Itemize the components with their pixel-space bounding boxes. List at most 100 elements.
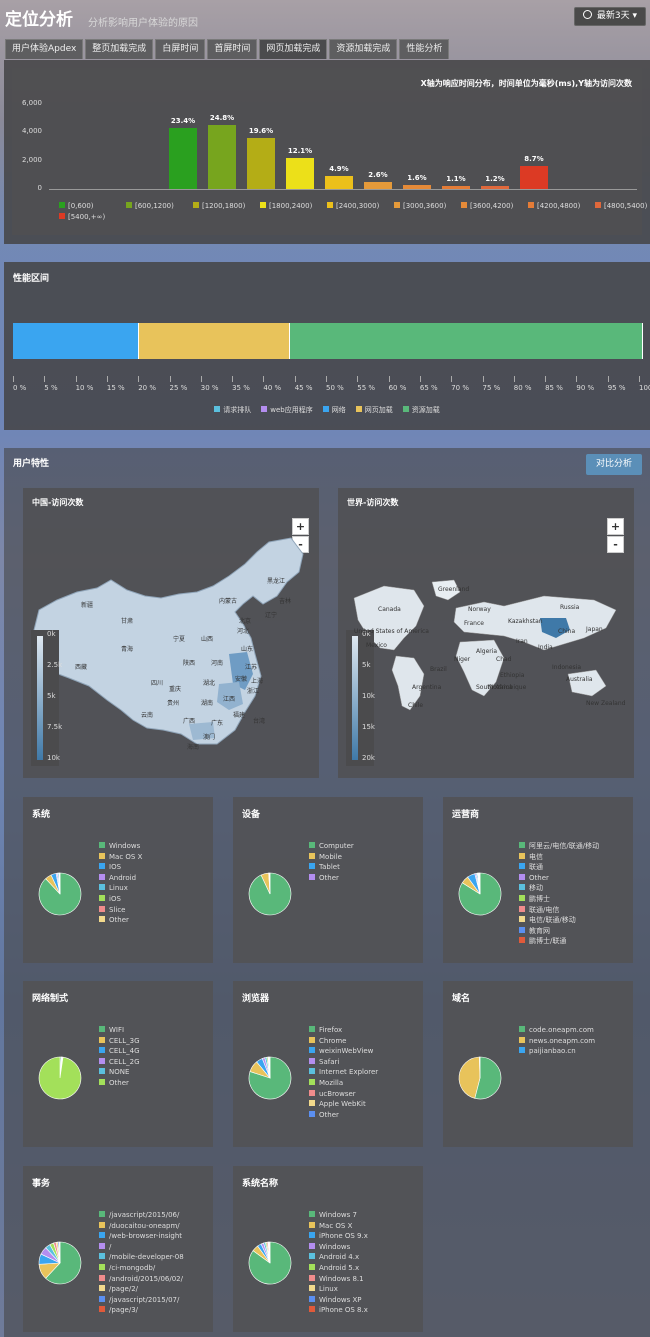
bar[interactable]: [364, 182, 392, 189]
bar[interactable]: [520, 166, 548, 189]
legend-item[interactable]: CELL_4G: [99, 1046, 140, 1057]
pie-chart[interactable]: [457, 871, 503, 917]
legend-item[interactable]: Slice: [99, 905, 142, 916]
tab-page-load-complete[interactable]: 网页加载完成: [259, 39, 328, 59]
legend-item[interactable]: /ci-mongodb/: [99, 1263, 184, 1274]
bar[interactable]: [481, 185, 509, 189]
legend-item[interactable]: /mobile-developer-08: [99, 1252, 184, 1263]
pie-chart[interactable]: [247, 871, 293, 917]
legend-item[interactable]: 阿里云/电信/联通/移动: [519, 841, 599, 852]
legend-item[interactable]: WIFI: [99, 1025, 140, 1036]
legend-item[interactable]: [3000,3600): [394, 202, 446, 210]
china-zoom-in-button[interactable]: +: [292, 518, 309, 535]
legend-item[interactable]: /android/2015/06/02/: [99, 1274, 184, 1285]
legend-item[interactable]: Internet Explorer: [309, 1067, 378, 1078]
legend-item[interactable]: weixinWebView: [309, 1046, 378, 1057]
legend-item[interactable]: CELL_3G: [99, 1036, 140, 1047]
bar[interactable]: [286, 157, 314, 189]
legend-item[interactable]: /javascript/2015/06/: [99, 1210, 184, 1221]
bar[interactable]: [247, 138, 275, 189]
legend-item[interactable]: /web-browser-insight: [99, 1231, 184, 1242]
legend-item[interactable]: Firefox: [309, 1025, 378, 1036]
china-map[interactable]: [29, 534, 311, 764]
legend-item[interactable]: iPhone OS 8.x: [309, 1305, 368, 1316]
legend-item[interactable]: Android: [99, 873, 142, 884]
legend-item[interactable]: Chrome: [309, 1036, 378, 1047]
legend-item[interactable]: Mozilla: [309, 1078, 378, 1089]
pie-chart[interactable]: [247, 1055, 293, 1101]
legend-item[interactable]: iPhone OS 9.x: [309, 1231, 368, 1242]
legend-item[interactable]: [1200,1800): [193, 202, 245, 210]
legend-item[interactable]: Windows: [99, 841, 142, 852]
legend-item[interactable]: Linux: [309, 1284, 368, 1295]
tab-resource-load[interactable]: 资源加载完成: [329, 39, 398, 59]
legend-item[interactable]: 联通/电信: [519, 905, 599, 916]
legend-item[interactable]: 鹏博士/联通: [519, 936, 599, 947]
pie-chart[interactable]: [37, 871, 83, 917]
bar[interactable]: [169, 128, 197, 189]
legend-item[interactable]: Android 4.x: [309, 1252, 368, 1263]
legend-item[interactable]: Android 5.x: [309, 1263, 368, 1274]
legend-item[interactable]: Windows: [309, 1242, 368, 1253]
legend-item[interactable]: Windows 7: [309, 1210, 368, 1221]
legend-item[interactable]: [0,600): [59, 202, 94, 210]
pie-slice[interactable]: [38, 1056, 82, 1100]
performance-segment[interactable]: [139, 323, 291, 359]
performance-segment[interactable]: [13, 323, 139, 359]
world-zoom-out-button[interactable]: -: [607, 536, 624, 553]
legend-item[interactable]: code.oneapm.com: [519, 1025, 595, 1036]
legend-item[interactable]: Linux: [99, 883, 142, 894]
legend-item[interactable]: Other: [309, 873, 354, 884]
legend-item[interactable]: Mac OS X: [309, 1221, 368, 1232]
legend-item[interactable]: Safari: [309, 1057, 378, 1068]
world-zoom-in-button[interactable]: +: [607, 518, 624, 535]
legend-item[interactable]: [4200,4800): [528, 202, 580, 210]
legend-item[interactable]: Other: [519, 873, 599, 884]
legend-item[interactable]: Computer: [309, 841, 354, 852]
legend-item[interactable]: iOS: [99, 894, 142, 905]
legend-item[interactable]: [600,1200): [126, 202, 174, 210]
legend-item[interactable]: Other: [99, 915, 142, 926]
legend-item[interactable]: /: [99, 1242, 184, 1253]
legend-item[interactable]: news.oneapm.com: [519, 1036, 595, 1047]
pie-chart[interactable]: [37, 1240, 83, 1286]
tab-apdex[interactable]: 用户体验Apdex: [5, 39, 84, 59]
legend-item[interactable]: Mac OS X: [99, 852, 142, 863]
legend-item[interactable]: 教育网: [519, 926, 599, 937]
legend-item[interactable]: /javascript/2015/07/: [99, 1295, 184, 1306]
legend-item[interactable]: NONE: [99, 1067, 140, 1078]
pie-chart[interactable]: [37, 1055, 83, 1101]
bar[interactable]: [442, 186, 470, 189]
legend-item[interactable]: Windows 8.1: [309, 1274, 368, 1285]
legend-item[interactable]: Other: [309, 1110, 378, 1121]
legend-item[interactable]: CELL_2G: [99, 1057, 140, 1068]
pie-chart[interactable]: [457, 1055, 503, 1101]
legend-item[interactable]: Mobile: [309, 852, 354, 863]
bar[interactable]: [208, 124, 236, 189]
legend-item[interactable]: /page/2/: [99, 1284, 184, 1295]
tab-performance[interactable]: 性能分析: [399, 39, 450, 59]
bar[interactable]: [325, 176, 353, 189]
legend-item[interactable]: [2400,3000): [327, 202, 379, 210]
pie-chart[interactable]: [247, 1240, 293, 1286]
time-range-dropdown[interactable]: 最新3天 ▾: [573, 7, 646, 26]
tab-first-screen[interactable]: 首屏时间: [207, 39, 258, 59]
legend-item[interactable]: 移动: [519, 883, 599, 894]
legend-item[interactable]: ucBrowser: [309, 1089, 378, 1100]
performance-segment[interactable]: [290, 323, 643, 359]
bar[interactable]: [403, 184, 431, 189]
legend-item[interactable]: /duocaitou-oneapm/: [99, 1221, 184, 1232]
legend-item[interactable]: Other: [99, 1078, 140, 1089]
legend-item[interactable]: 网页加载: [355, 406, 393, 414]
legend-item[interactable]: Tablet: [309, 862, 354, 873]
legend-item[interactable]: [4800,5400): [595, 202, 647, 210]
tab-full-page-load[interactable]: 整页加载完成: [85, 39, 154, 59]
legend-item[interactable]: [3600,4200): [461, 202, 513, 210]
legend-item[interactable]: 电信: [519, 852, 599, 863]
legend-item[interactable]: web应用程序: [261, 406, 313, 414]
legend-item[interactable]: 请求排队: [214, 406, 251, 414]
legend-item[interactable]: /page/3/: [99, 1305, 184, 1316]
legend-item[interactable]: [1800,2400): [260, 202, 312, 210]
tab-white-screen[interactable]: 白屏时间: [155, 39, 206, 59]
legend-item[interactable]: Windows XP: [309, 1295, 368, 1306]
